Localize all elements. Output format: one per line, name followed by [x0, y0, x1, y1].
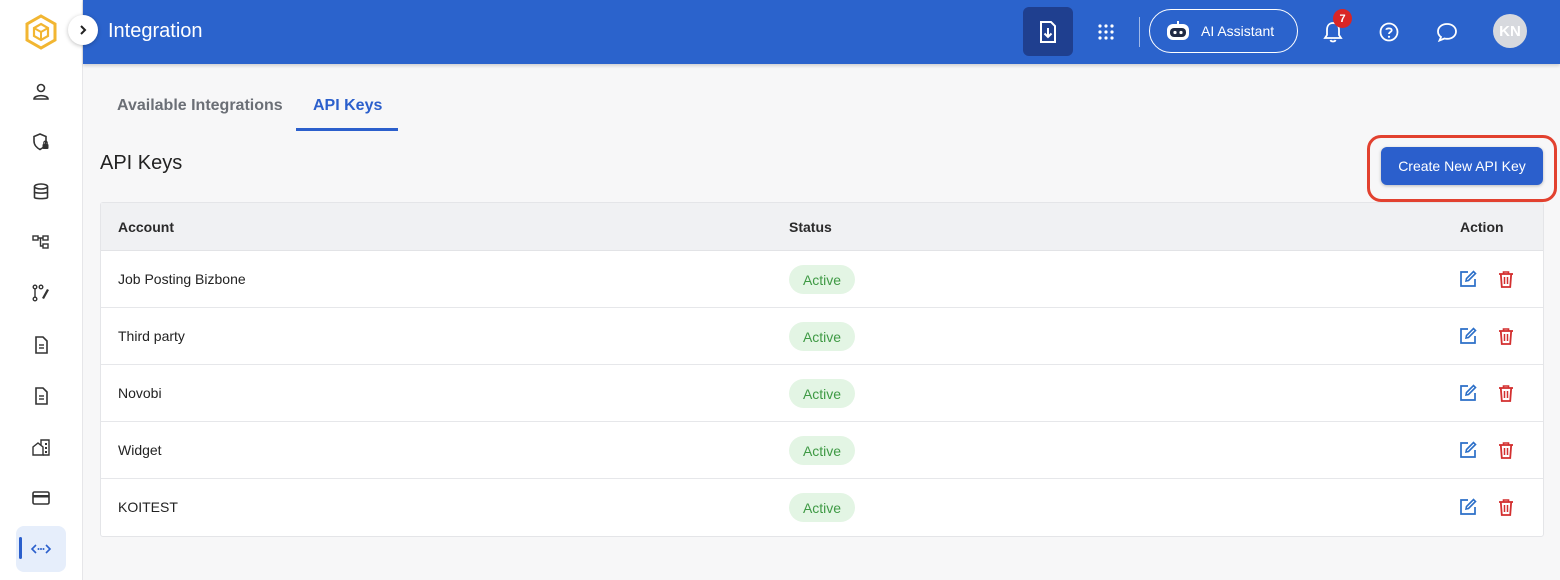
apps-button[interactable]	[1093, 19, 1119, 45]
delete-icon[interactable]	[1497, 327, 1515, 345]
edit-icon[interactable]	[1459, 441, 1477, 459]
apps-grid-icon	[1098, 24, 1114, 40]
column-header-account: Account	[118, 219, 174, 235]
sidebar-expand-button[interactable]	[68, 15, 98, 45]
status-badge: Active	[789, 493, 855, 522]
sidebar-item-documents[interactable]	[27, 331, 55, 359]
ai-assistant-label: AI Assistant	[1201, 23, 1275, 39]
database-icon	[33, 183, 49, 200]
status-badge: Active	[789, 436, 855, 465]
tab-api-keys[interactable]: API Keys	[313, 97, 382, 115]
sidebar	[0, 0, 83, 580]
top-bar: Integration AI Assistant 7 KN	[83, 0, 1560, 64]
toolbar-divider	[1139, 17, 1140, 47]
delete-icon[interactable]	[1497, 498, 1515, 516]
column-header-status: Status	[789, 219, 832, 235]
status-badge: Active	[789, 379, 855, 408]
table-row: Widget Active	[101, 422, 1543, 479]
sidebar-item-reports[interactable]	[27, 382, 55, 410]
account-name: Job Posting Bizbone	[118, 271, 246, 287]
file-download-icon	[1040, 20, 1056, 43]
sidebar-item-billing[interactable]	[27, 484, 55, 512]
chat-bubble-icon	[1437, 23, 1457, 43]
account-name: Novobi	[118, 385, 162, 401]
hierarchy-icon	[32, 235, 49, 249]
table-row: Novobi Active	[101, 365, 1543, 422]
chat-button[interactable]	[1433, 18, 1461, 46]
column-header-action: Action	[1460, 219, 1504, 235]
delete-icon[interactable]	[1497, 270, 1515, 288]
table-row: KOITEST Active	[101, 479, 1543, 536]
sidebar-item-security[interactable]	[27, 128, 55, 156]
document-icon	[35, 387, 48, 405]
app-logo-icon[interactable]	[24, 14, 58, 50]
account-name: Third party	[118, 328, 185, 344]
table-row: Job Posting Bizbone Active	[101, 251, 1543, 308]
status-badge: Active	[789, 322, 855, 351]
help-button[interactable]	[1375, 18, 1403, 46]
delete-icon[interactable]	[1497, 441, 1515, 459]
ai-assistant-button[interactable]: AI Assistant	[1149, 9, 1298, 53]
account-name: Widget	[118, 442, 162, 458]
api-keys-table: Account Status Action Job Posting Bizbon…	[100, 202, 1544, 537]
workflow-edit-icon	[32, 284, 49, 302]
robot-icon	[1167, 21, 1189, 40]
table-row: Third party Active	[101, 308, 1543, 365]
sidebar-item-buildings[interactable]	[27, 433, 55, 461]
help-icon	[1379, 22, 1399, 42]
delete-icon[interactable]	[1497, 384, 1515, 402]
credit-card-icon	[32, 491, 50, 505]
status-badge: Active	[789, 265, 855, 294]
user-icon	[33, 83, 49, 100]
sidebar-item-workflow[interactable]	[27, 279, 55, 307]
chevron-right-icon	[80, 25, 87, 35]
sidebar-item-database[interactable]	[27, 178, 55, 206]
sidebar-item-hierarchy[interactable]	[27, 228, 55, 256]
api-code-icon	[30, 544, 52, 554]
notification-count-badge: 7	[1333, 9, 1352, 28]
user-avatar[interactable]: KN	[1493, 14, 1527, 48]
account-name: KOITEST	[118, 499, 178, 515]
edit-icon[interactable]	[1459, 384, 1477, 402]
buildings-icon	[32, 439, 50, 456]
sidebar-active-indicator	[19, 537, 22, 559]
edit-icon[interactable]	[1459, 498, 1477, 516]
document-icon	[35, 336, 48, 354]
table-header: Account Status Action	[101, 203, 1543, 251]
section-title: API Keys	[100, 152, 183, 174]
edit-icon[interactable]	[1459, 270, 1477, 288]
download-button[interactable]	[1023, 7, 1073, 56]
tab-available-integrations[interactable]: Available Integrations	[117, 97, 283, 115]
create-new-api-key-button[interactable]: Create New API Key	[1381, 147, 1543, 185]
sidebar-item-integration[interactable]	[27, 535, 55, 563]
active-tab-underline	[296, 128, 398, 131]
shield-lock-icon	[33, 133, 49, 151]
sidebar-item-users[interactable]	[27, 78, 55, 106]
page-title: Integration	[108, 20, 203, 42]
edit-icon[interactable]	[1459, 327, 1477, 345]
